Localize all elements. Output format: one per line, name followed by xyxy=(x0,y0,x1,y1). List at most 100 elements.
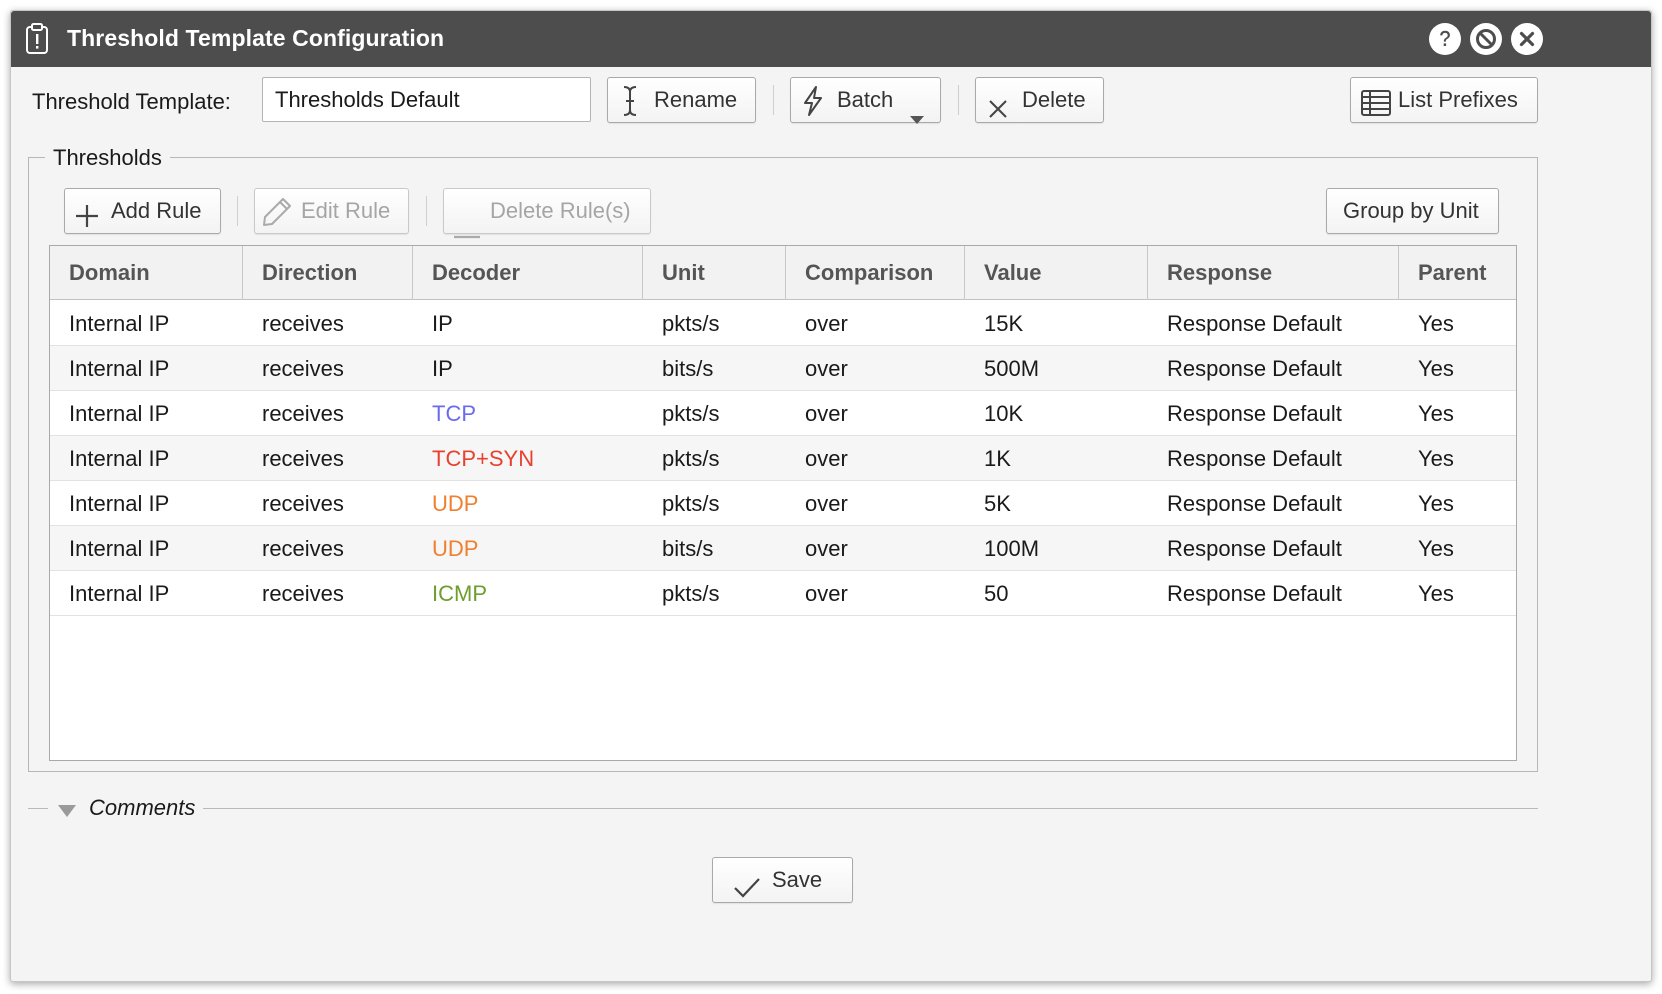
delete-template-button[interactable]: Delete xyxy=(975,77,1104,123)
cell-direction: receives xyxy=(262,311,344,336)
toolbar-divider xyxy=(237,196,238,226)
batch-dropdown-button[interactable]: Batch xyxy=(790,77,941,124)
delete-rules-label: Delete Rule(s) xyxy=(490,198,631,223)
cell-unit: pkts/s xyxy=(662,311,720,336)
block-icon[interactable] xyxy=(1470,23,1502,55)
template-name-input[interactable] xyxy=(262,77,591,122)
table-list-icon xyxy=(1361,87,1391,131)
cell-parent: Yes xyxy=(1418,536,1454,561)
cell-response: Response Default xyxy=(1167,536,1342,561)
column-header-domain[interactable]: Domain xyxy=(50,246,243,300)
threshold-template-window: Threshold Template Configuration Thresho… xyxy=(10,10,1652,982)
column-header-value[interactable]: Value xyxy=(965,246,1148,300)
cell-domain: Internal IP xyxy=(69,491,170,516)
delete-rules-button[interactable]: Delete Rule(s) xyxy=(443,188,651,239)
cell-response: Response Default xyxy=(1167,401,1342,426)
cell-direction: receives xyxy=(262,446,344,471)
cell-value: 15K xyxy=(984,311,1024,336)
caret-down-icon xyxy=(909,96,925,140)
help-icon[interactable] xyxy=(1429,23,1461,55)
cell-comparison: over xyxy=(805,401,848,426)
cell-decoder: UDP xyxy=(432,536,479,561)
triangle-down-icon[interactable] xyxy=(57,804,77,823)
rename-button[interactable]: Rename xyxy=(607,77,756,123)
delete-label: Delete xyxy=(1022,87,1086,112)
column-header-parent[interactable]: Parent xyxy=(1399,246,1517,300)
text-cursor-icon xyxy=(622,85,638,132)
cell-value: 5K xyxy=(984,491,1011,516)
cell-decoder: UDP xyxy=(432,491,479,516)
cell-response: Response Default xyxy=(1167,491,1342,516)
thresholds-legend: Thresholds xyxy=(45,145,170,171)
cell-domain: Internal IP xyxy=(69,581,170,606)
group-by-unit-label: Group by Unit xyxy=(1343,198,1479,223)
cell-parent: Yes xyxy=(1418,446,1454,471)
lightning-icon xyxy=(801,85,825,132)
group-by-unit-button[interactable]: Group by Unit xyxy=(1326,188,1499,234)
table-row[interactable]: Internal IP receives IP bits/s over 500M Respo… xyxy=(50,346,1516,391)
table-header: Domain Direction Decoder Unit Comparison… xyxy=(50,246,1516,300)
cell-domain: Internal IP xyxy=(69,401,170,426)
close-icon[interactable] xyxy=(1511,23,1543,55)
save-button[interactable]: Save xyxy=(712,857,853,903)
table-row[interactable]: Internal IP receives ICMP pkts/s over 50 Respo… xyxy=(50,571,1516,616)
cell-comparison: over xyxy=(805,491,848,516)
column-header-direction[interactable]: Direction xyxy=(243,246,413,300)
cell-parent: Yes xyxy=(1418,356,1454,381)
comments-divider xyxy=(28,808,48,809)
cell-comparison: over xyxy=(805,356,848,381)
cell-direction: receives xyxy=(262,491,344,516)
table-row[interactable]: Internal IP receives UDP pkts/s over 5K Respon… xyxy=(50,481,1516,526)
window-title: Threshold Template Configuration xyxy=(67,25,445,51)
cell-direction: receives xyxy=(262,401,344,426)
title-bar: Threshold Template Configuration xyxy=(11,11,1651,67)
cell-domain: Internal IP xyxy=(69,536,170,561)
plus-icon xyxy=(75,199,99,243)
cell-decoder: ICMP xyxy=(432,581,487,606)
rename-label: Rename xyxy=(654,87,738,112)
toolbar-divider xyxy=(958,85,959,115)
checkmark-icon xyxy=(733,870,761,914)
cell-parent: Yes xyxy=(1418,311,1454,336)
cell-value: 1K xyxy=(984,446,1011,471)
thresholds-table: Domain Direction Decoder Unit Comparison… xyxy=(49,245,1517,761)
cell-response: Response Default xyxy=(1167,581,1342,606)
cell-value: 500M xyxy=(984,356,1040,381)
cell-value: 100M xyxy=(984,536,1040,561)
save-label: Save xyxy=(772,867,823,892)
cell-unit: pkts/s xyxy=(662,401,720,426)
add-rule-button[interactable]: Add Rule xyxy=(64,188,221,234)
list-prefixes-label: List Prefixes xyxy=(1398,87,1518,112)
cell-direction: receives xyxy=(262,536,344,561)
table-row[interactable]: Internal IP receives UDP bits/s over 100M Resp… xyxy=(50,526,1516,571)
cell-decoder: IP xyxy=(432,356,453,381)
table-row[interactable]: Internal IP receives IP pkts/s over 15K Respon… xyxy=(50,301,1516,346)
batch-label: Batch xyxy=(837,87,894,112)
column-header-comparison[interactable]: Comparison xyxy=(786,246,965,300)
list-prefixes-button[interactable]: List Prefixes xyxy=(1350,77,1538,123)
cell-response: Response Default xyxy=(1167,356,1342,381)
toolbar-divider xyxy=(773,85,774,115)
cell-response: Response Default xyxy=(1167,311,1342,336)
column-header-decoder[interactable]: Decoder xyxy=(413,246,643,300)
cell-comparison: over xyxy=(805,311,848,336)
pencil-icon xyxy=(261,196,293,243)
table-row[interactable]: Internal IP receives TCP pkts/s over 10K Respo… xyxy=(50,391,1516,436)
table-row[interactable]: Internal IP receives TCP+SYN pkts/s over 1K Re… xyxy=(50,436,1516,481)
cell-parent: Yes xyxy=(1418,491,1454,516)
toolbar-divider xyxy=(426,196,427,226)
edit-rule-button[interactable]: Edit Rule xyxy=(254,188,409,234)
comments-label[interactable]: Comments xyxy=(89,795,195,821)
column-header-response[interactable]: Response xyxy=(1148,246,1399,300)
cell-domain: Internal IP xyxy=(69,311,170,336)
add-rule-label: Add Rule xyxy=(111,198,202,223)
cell-decoder: IP xyxy=(432,311,453,336)
cell-direction: receives xyxy=(262,356,344,381)
cell-decoder: TCP+SYN xyxy=(432,446,535,471)
cell-unit: pkts/s xyxy=(662,491,720,516)
x-icon xyxy=(988,90,1008,134)
cell-value: 10K xyxy=(984,401,1024,426)
column-header-unit[interactable]: Unit xyxy=(643,246,786,300)
edit-rule-label: Edit Rule xyxy=(301,198,391,223)
cell-unit: pkts/s xyxy=(662,446,720,471)
